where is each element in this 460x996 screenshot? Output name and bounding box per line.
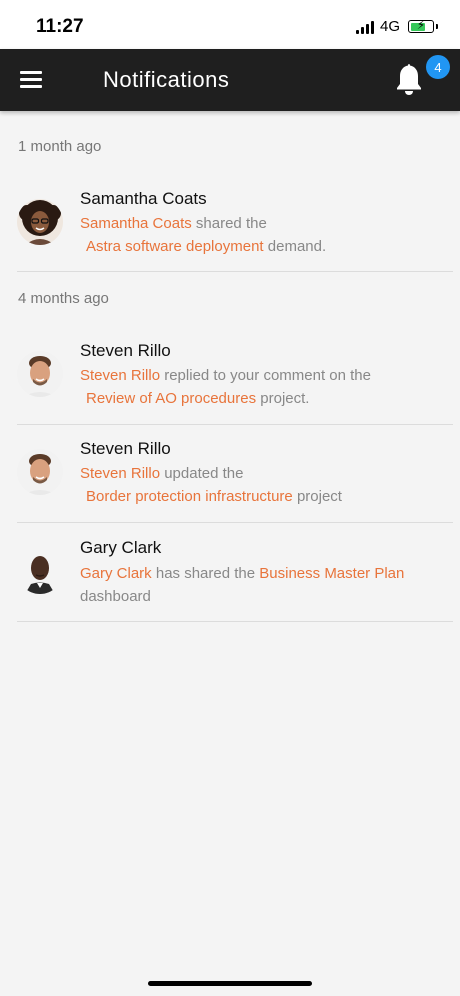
actor-link[interactable]: Steven Rillo bbox=[80, 465, 160, 482]
page-title: Notifications bbox=[103, 67, 230, 92]
avatar bbox=[17, 548, 63, 594]
network-type: 4G bbox=[379, 18, 400, 35]
target-link[interactable]: Business Master Plan bbox=[259, 565, 404, 582]
action-text: replied to your comment on the bbox=[164, 367, 371, 384]
notification-item[interactable]: Steven Rillo Steven Rillo updated the Bo… bbox=[17, 424, 453, 523]
actor-link[interactable]: Gary Clark bbox=[80, 565, 152, 582]
notification-text-line-1: Steven Rillo updated the bbox=[80, 465, 243, 482]
notification-title: Gary Clark bbox=[80, 538, 162, 557]
status-indicators: 4G ⚡ bbox=[355, 18, 438, 35]
action-text: shared the bbox=[195, 215, 267, 232]
notification-text-line-2: Border protection infrastructure project bbox=[86, 488, 342, 505]
notification-text-line-2: Astra software deployment demand. bbox=[86, 238, 326, 255]
notification-title: Steven Rillo bbox=[80, 341, 171, 360]
action-text: has shared the bbox=[155, 565, 256, 582]
actor-link[interactable]: Steven Rillo bbox=[80, 367, 160, 384]
notification-title: Samantha Coats bbox=[80, 189, 207, 208]
app-bar: Notifications bbox=[0, 49, 460, 111]
actor-link[interactable]: Samantha Coats bbox=[80, 215, 192, 232]
target-link[interactable]: Astra software deployment bbox=[86, 238, 264, 255]
battery-tip bbox=[436, 24, 438, 29]
suffix-text: project bbox=[296, 488, 342, 505]
home-indicator[interactable] bbox=[148, 981, 312, 986]
notification-text-line-1: Gary Clark has shared the Business Maste… bbox=[80, 565, 404, 582]
notification-text-line-2: Review of AO procedures project. bbox=[86, 390, 309, 407]
signal-icon bbox=[355, 20, 374, 34]
notification-count-badge: 4 bbox=[426, 55, 450, 79]
avatar bbox=[17, 351, 63, 397]
section-label: 1 month ago bbox=[18, 138, 102, 155]
notification-text-line-2: dashboard bbox=[80, 588, 151, 605]
notification-item[interactable]: Gary Clark Gary Clark has shared the Bus… bbox=[17, 522, 453, 622]
battery-icon: ⚡ bbox=[408, 18, 434, 33]
menu-icon[interactable] bbox=[20, 71, 42, 89]
target-link[interactable]: Border protection infrastructure bbox=[86, 488, 293, 505]
status-bar: 11:27 4G ⚡ bbox=[0, 0, 460, 49]
status-time: 11:27 bbox=[36, 16, 84, 37]
notification-text-line-1: Samantha Coats shared the bbox=[80, 215, 267, 232]
avatar bbox=[17, 199, 63, 245]
notification-item[interactable]: Samantha Coats Samantha Coats shared the… bbox=[17, 175, 453, 272]
notification-title: Steven Rillo bbox=[80, 439, 171, 458]
suffix-text: project. bbox=[260, 390, 310, 407]
avatar bbox=[17, 449, 63, 495]
bell-icon[interactable] bbox=[394, 61, 424, 97]
section-label: 4 months ago bbox=[18, 290, 109, 307]
notification-text-line-1: Steven Rillo replied to your comment on … bbox=[80, 367, 371, 384]
action-text: updated the bbox=[164, 465, 244, 482]
suffix-text: demand. bbox=[267, 238, 327, 255]
suffix-text: dashboard bbox=[80, 588, 151, 605]
target-link[interactable]: Review of AO procedures bbox=[86, 390, 256, 407]
notification-item[interactable]: Steven Rillo Steven Rillo replied to you… bbox=[17, 327, 453, 425]
